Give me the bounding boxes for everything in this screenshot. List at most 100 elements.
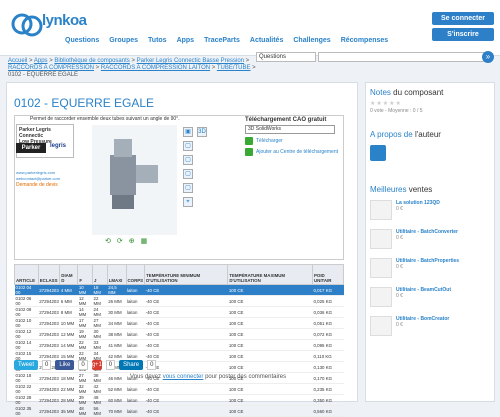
table-cell: 48 MM [77,405,93,417]
nav-recompenses[interactable]: Récompenses [336,37,393,44]
view-iso-icon[interactable]: ▢ [183,183,193,193]
author-avatar[interactable] [370,145,386,161]
breadcrumb-apps[interactable]: Apps [34,58,48,64]
nav-traceparts[interactable]: TraceParts [199,37,245,44]
logo-text[interactable]: lynkoa [42,12,87,29]
table-row[interactable]: 0102 12 00 27294203 12 MM 19 MM 30 MM 38 MM la… [14,328,344,340]
component-3d-view[interactable] [92,125,177,235]
breadcrumb-parker[interactable]: Parker Legris Connectic Basse Pression [137,58,244,64]
table-cell: 0,025 KG [312,295,344,307]
sale-item[interactable]: Utilitaire - BatchProperties 0 € [370,258,492,284]
nav-actualites[interactable]: Actualités [245,37,288,44]
sale-thumbnail [370,258,392,278]
breadcrumb-raccords[interactable]: RACCORDS A COMPRESSION [8,65,94,71]
fit-icon[interactable]: ▦ [141,237,148,245]
add-center-button[interactable]: Ajouter au Centre de téléchargement [245,148,340,156]
table-cell: 0102 35 00 [14,405,39,417]
table-row[interactable]: 0102 22 00 27294203 22 MM 32 MM 42 MM 52 MM la… [14,383,344,395]
table-row[interactable]: 0102 35 00 27294203 35 MM 48 MM 56 MM 70 MM la… [14,405,344,417]
col-f[interactable]: F [77,264,94,285]
nav-challenges[interactable]: Challenges [288,37,335,44]
sale-item[interactable]: Utilitaire - BomCreator 0 € [370,316,492,342]
table-cell: -40 CE [144,405,228,417]
zoom-icon[interactable]: ⊕ [129,237,135,245]
nav-apps[interactable]: Apps [172,37,200,44]
col-temp-max[interactable]: TEMPÉRATURE MAXIMUM D'UTILISATION [227,264,313,285]
sale-item[interactable]: La solution 123QD 0 € [370,200,492,226]
col-j[interactable]: J [92,264,108,285]
sale-item[interactable]: Utilitaire - BeamCutOut 0 € [370,287,492,313]
download-button[interactable]: Télécharger [245,137,340,145]
comment-login-link[interactable]: vous connecter [163,374,204,380]
search-button[interactable]: » [482,51,494,63]
breadcrumb-raccords-laiton[interactable]: RACCORDS A COMPRESSION LAITON [101,65,210,71]
table-cell: -40 CE [144,284,228,296]
download-icon [245,137,253,145]
table-cell: 6 MM [59,295,78,307]
gplus-button[interactable]: g+1 [91,360,102,370]
table-cell: laiton [126,405,145,417]
nav-groupes[interactable]: Groupes [104,37,143,44]
about-heading: A propos de l'auteur [370,130,441,139]
about-b: l'auteur [414,130,441,139]
view-3d-icon[interactable]: 3D [197,127,207,137]
tweet-button[interactable]: Tweet [14,360,39,370]
view-axis-icon[interactable]: ⌖ [183,197,193,207]
table-cell: laiton [126,383,145,395]
part-line1: Parker Legris Connectic [19,127,51,139]
view-top-icon[interactable]: ▢ [183,155,193,165]
table-cell: 0,036 KG [312,306,344,318]
search-input[interactable] [318,52,486,62]
col-diam[interactable]: DIAM D [59,264,79,285]
table-cell: 27294203 [38,405,60,417]
like-button[interactable]: Like [55,360,75,370]
table-cell: 100 CE [227,339,313,351]
table-row[interactable]: 0102 14 00 27294203 14 MM 22 MM 33 MM 41 MM la… [14,339,344,351]
table-cell: 0102 04 00 [14,284,39,296]
sale-title: Utilitaire - BatchConverter [396,229,458,235]
rotate-right-icon[interactable]: ⟳ [117,237,123,245]
table-row[interactable]: 0102 08 00 27294203 8 MM 14 MM 24 MM 30 MM lai… [14,306,344,318]
table-cell: 38 MM [107,328,126,340]
table-cell: 0,017 KG [312,284,344,296]
table-cell: -40 CE [144,361,228,373]
col-article[interactable]: ARTICLE [14,264,39,285]
table-cell: 100 CE [227,295,313,307]
social-bar: Tweet 0 Like 0 g+1 0 Share 0 [14,360,157,370]
breadcrumb-tube[interactable]: TUBE/TUBE [217,65,251,71]
view-side-icon[interactable]: ▢ [183,169,193,179]
table-row[interactable]: 0102 06 00 27294203 6 MM 12 MM 22 MM 26 MM lai… [14,295,344,307]
table-cell: 14 MM [59,339,78,351]
table-cell: laiton [126,306,145,318]
rating-stars[interactable]: ★★★★★ [370,100,402,107]
col-eclass[interactable]: ECLASS [37,264,61,285]
table-row[interactable]: 0102 04 00 27294203 4 MM 10 MM 18 MM 24,5 MM l… [14,284,344,296]
sale-item[interactable]: Utilitaire - BatchConverter 0 € [370,229,492,255]
add-center-label: Ajouter au Centre de téléchargement [256,149,338,155]
table-cell: 27294203 [38,339,60,351]
view-tool-icon[interactable]: ▣ [183,127,193,137]
signup-button[interactable]: S'inscrire [432,28,494,41]
comment-post: pour poster des commentaires [205,374,287,380]
breadcrumb-current: 0102 - EQUERRE EGALE [8,72,79,78]
share-button[interactable]: Share [119,360,144,370]
col-poids[interactable]: POID UNITAIR [311,264,345,285]
table-row[interactable]: 0102 28 00 27294203 28 MM 39 MM 48 MM 60 MM la… [14,394,344,406]
col-temp-min[interactable]: TEMPÉRATURE MINIMUM D'UTILISATION [144,264,229,285]
rotate-left-icon[interactable]: ⟲ [105,237,111,245]
view-front-icon[interactable]: ▢ [183,141,193,151]
table-cell: 60 MM [107,394,126,406]
add-icon [245,148,253,156]
breadcrumb-bibliotheque[interactable]: Bibliothèque de composants [54,58,129,64]
search-scope-select[interactable]: Questions [256,52,316,62]
col-lmaxi[interactable]: LMAXI [106,264,127,285]
table-row[interactable]: 0102 10 00 27294203 10 MM 17 MM 27 MM 34 MM la… [14,317,344,329]
nav-questions[interactable]: Questions [60,37,104,44]
col-corps[interactable]: CORPS [125,264,146,285]
table-cell: 10 MM [59,317,78,329]
breadcrumb-accueil[interactable]: Accueil [8,58,27,64]
quote-request-link[interactable]: Demande de devis [16,182,58,188]
cad-format-select[interactable]: 3D SolidWorks [245,125,335,134]
connect-button[interactable]: Se connecter [432,12,494,25]
nav-tutos[interactable]: Tutos [143,37,172,44]
